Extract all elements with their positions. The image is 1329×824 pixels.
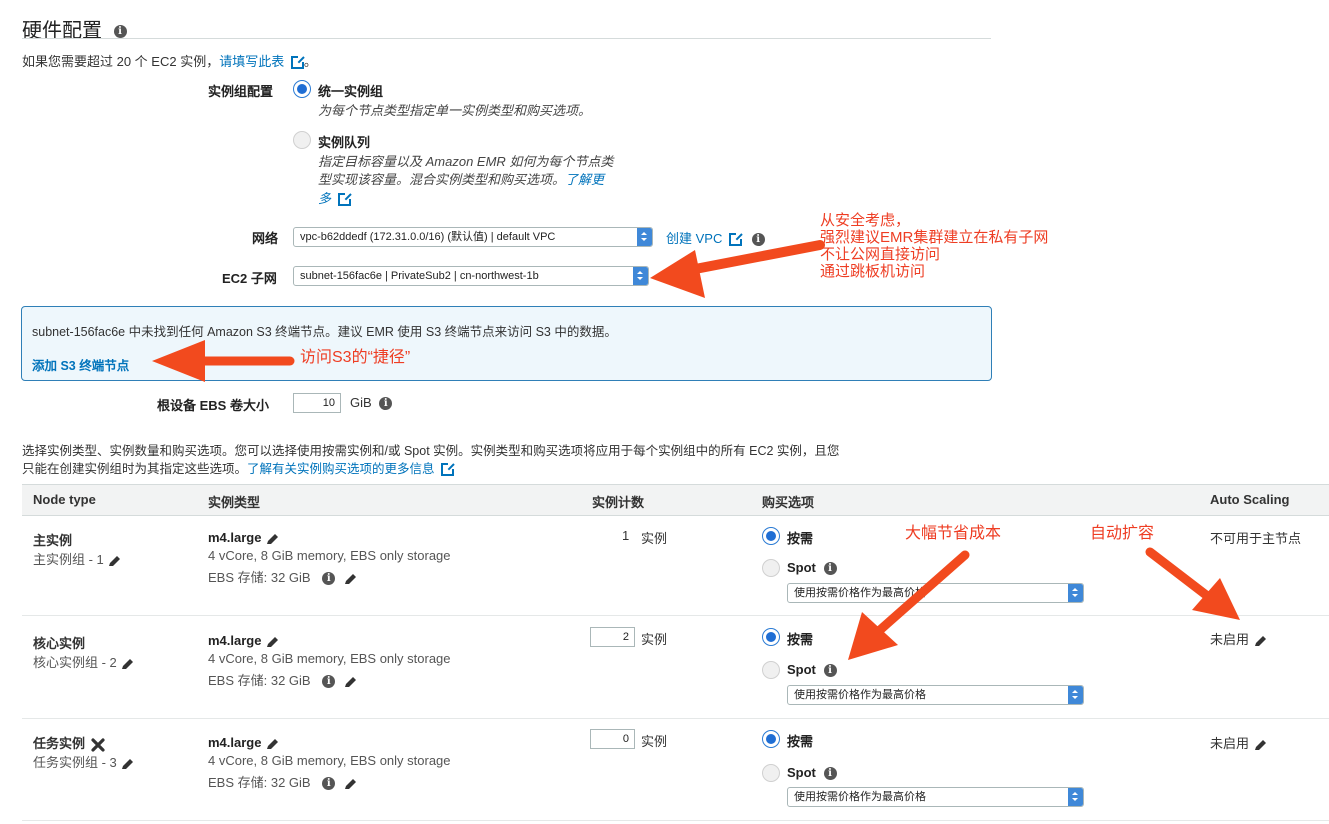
arrow-to-s3-link <box>152 340 295 382</box>
annotation-arrows <box>152 240 1240 660</box>
arrow-to-auto-scaling <box>1145 547 1240 620</box>
arrow-to-spot <box>848 550 970 660</box>
arrow-to-subnet <box>650 240 825 298</box>
